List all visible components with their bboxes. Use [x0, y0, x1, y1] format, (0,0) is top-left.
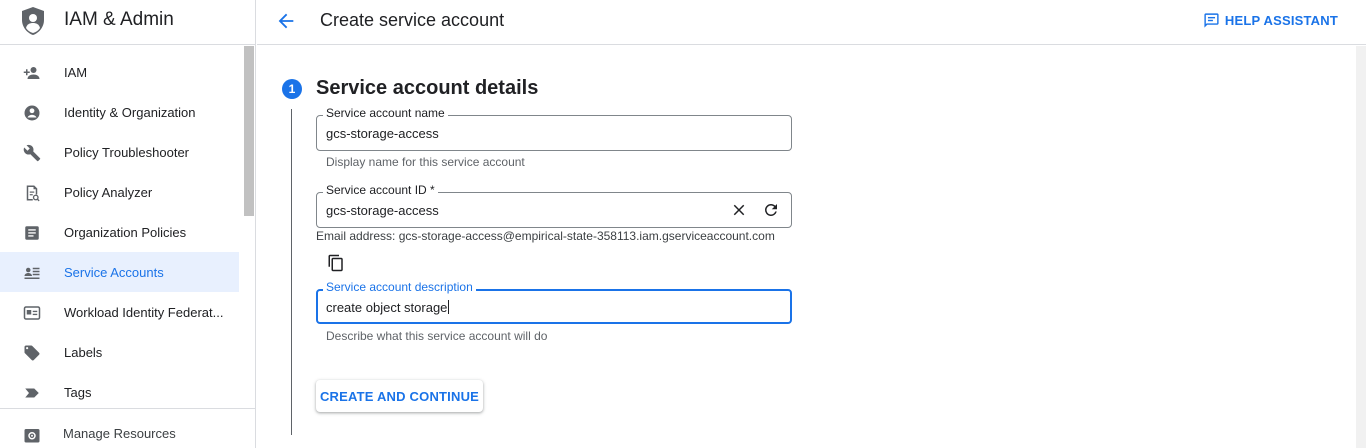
sidebar-item-service-accounts[interactable]: Service Accounts [0, 252, 239, 292]
service-account-name-input[interactable]: gcs-storage-access [326, 126, 439, 141]
wrench-icon [23, 144, 41, 162]
help-assistant-button[interactable]: HELP ASSISTANT [1203, 12, 1338, 29]
refresh-icon[interactable] [762, 201, 780, 219]
sidebar-footer-label: Manage Resources [63, 426, 176, 441]
sidebar-scrollbar[interactable] [244, 46, 254, 216]
description-text: create object storage [326, 300, 448, 315]
account-circle-icon [24, 105, 40, 121]
sidebar-item-labels[interactable]: Labels [0, 332, 240, 372]
iam-shield-logo-icon [22, 7, 44, 35]
sidebar-item-label: Labels [64, 345, 103, 360]
sidebar-item-identity-organization[interactable]: Identity & Organization [0, 92, 240, 132]
service-account-id-input[interactable]: gcs-storage-access [326, 203, 439, 218]
email-address-text: Email address: gcs-storage-access@empiri… [316, 229, 775, 243]
sidebar-item-policy-troubleshooter[interactable]: Policy Troubleshooter [0, 132, 240, 172]
service-account-name-hint: Display name for this service account [326, 155, 525, 169]
sidebar-item-label: Service Accounts [64, 265, 164, 280]
service-account-description-label: Service account description [323, 280, 476, 294]
service-account-description-input[interactable]: create object storage [326, 300, 450, 315]
service-account-icon [24, 267, 40, 279]
sidebar-item-label: IAM [64, 65, 88, 80]
service-account-id-label: Service account ID * [323, 183, 438, 197]
service-account-description-hint: Describe what this service account will … [326, 329, 548, 343]
help-assistant-label: HELP ASSISTANT [1224, 13, 1338, 28]
text-caret [448, 300, 450, 314]
label-icon [24, 345, 40, 361]
page-header: Create service account HELP ASSISTANT [257, 0, 1366, 45]
step-connector-line [291, 109, 292, 435]
sidebar-item-label: Workload Identity Federat... [64, 305, 224, 320]
service-account-name-label: Service account name [323, 106, 448, 120]
service-account-name-field[interactable]: Service account name gcs-storage-access [316, 106, 792, 151]
section-title: Service account details [316, 77, 539, 99]
list-document-icon [25, 226, 39, 240]
sidebar: IAM & Admin IAM Identity & Organization … [0, 0, 256, 448]
id-card-icon [23, 306, 41, 320]
sidebar-item-organization-policies[interactable]: Organization Policies [0, 212, 240, 252]
sidebar-nav: IAM Identity & Organization Policy Troub… [0, 52, 240, 412]
copy-icon[interactable] [327, 254, 345, 272]
sidebar-header: IAM & Admin [0, 0, 255, 45]
sidebar-item-label: Policy Analyzer [64, 185, 153, 200]
sidebar-item-label: Tags [64, 385, 92, 400]
sidebar-item-policy-analyzer[interactable]: Policy Analyzer [0, 172, 240, 212]
person-add-icon [23, 67, 40, 79]
sidebar-item-label: Identity & Organization [64, 105, 196, 120]
step-number-badge: 1 [282, 79, 302, 99]
clear-icon[interactable] [730, 201, 748, 219]
create-and-continue-button[interactable]: CREATE AND CONTINUE [316, 380, 483, 412]
sidebar-item-iam[interactable]: IAM [0, 52, 240, 92]
service-account-description-field[interactable]: Service account description create objec… [316, 280, 792, 324]
sidebar-item-manage-resources[interactable]: Manage Resources [0, 408, 255, 448]
product-title: IAM & Admin [64, 9, 174, 30]
settings-box-icon [24, 429, 40, 443]
policy-document-icon [26, 185, 40, 202]
sidebar-item-label: Policy Troubleshooter [64, 145, 190, 160]
main-scrollbar[interactable] [1356, 46, 1366, 448]
service-account-id-field[interactable]: Service account ID * gcs-storage-access [316, 183, 792, 228]
page-title: Create service account [320, 10, 505, 30]
sidebar-item-label: Organization Policies [64, 225, 187, 240]
sidebar-item-workload-identity-federation[interactable]: Workload Identity Federat... [0, 292, 240, 332]
back-arrow-icon[interactable] [275, 10, 297, 32]
tag-icon [25, 388, 39, 398]
chat-help-icon [1204, 13, 1219, 28]
sidebar-item-tags[interactable]: Tags [0, 372, 240, 412]
